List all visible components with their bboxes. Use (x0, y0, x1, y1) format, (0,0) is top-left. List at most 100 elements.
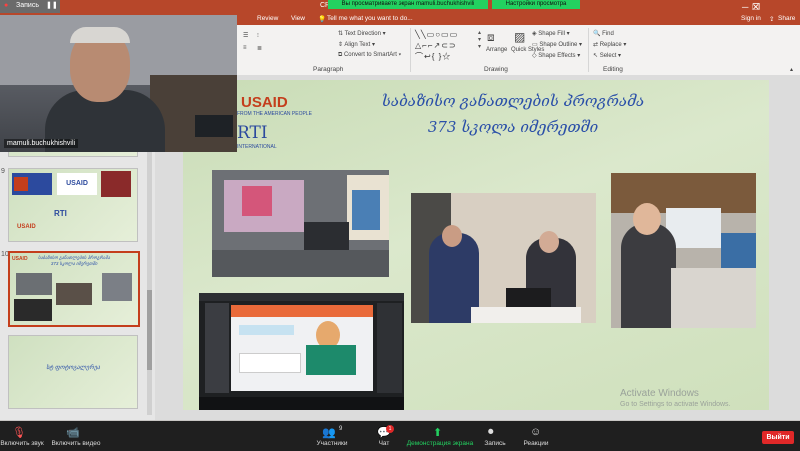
background-object (195, 115, 233, 137)
find-button[interactable]: 🔍 Find (593, 30, 614, 37)
group-divider (410, 28, 411, 72)
align-center-icon[interactable]: ≡ (243, 45, 247, 51)
share-icon: ⇪ (769, 16, 775, 23)
slide-thumbnail[interactable]: USAID RTI USAID (8, 168, 138, 242)
slide-sidebar (205, 303, 229, 393)
reactions-button[interactable]: Реакции (518, 440, 554, 447)
person (621, 223, 676, 328)
collapse-ribbon-icon[interactable]: ▴ (790, 66, 793, 73)
slide-title-line2: 373 სკოლა იმერეთში (427, 118, 599, 136)
current-slide[interactable]: USAID FROM THE AMERICAN PEOPLE RTI INTER… (183, 80, 769, 410)
chalkboard (306, 345, 356, 375)
participant-name-label: mamuli.buchukhishvili (4, 139, 79, 148)
arrange-icon[interactable]: ⧈ (487, 30, 495, 45)
close-icon[interactable]: ✕ (752, 2, 760, 13)
tab-review[interactable]: Review (257, 15, 278, 22)
usaid-logo-thumb (12, 173, 52, 195)
thumb-photo (56, 283, 92, 305)
shape-outline-button[interactable]: ▭ Shape Outline ▾ (532, 41, 582, 48)
shapes-more-icon[interactable]: ▴ ▾ ▾ (478, 29, 481, 50)
thumb-photo (16, 273, 52, 295)
chat-button[interactable]: Чат (370, 440, 398, 447)
chat-badge: 1 (386, 425, 394, 433)
thumb-title: სტ ფოტოგალერეა (46, 365, 100, 371)
face (633, 203, 661, 235)
usaid-logo-thumb: USAID (57, 173, 97, 195)
shape-fill-button[interactable]: ◈ Shape Fill ▾ (532, 30, 570, 37)
thumb-photo (102, 273, 132, 301)
share-button[interactable]: Share (778, 15, 795, 22)
webcam-video[interactable]: mamuli.buchukhishvili (0, 15, 237, 152)
participants-button[interactable]: Участники (312, 440, 352, 447)
justify-icon[interactable]: ≣ (257, 45, 262, 52)
replace-button[interactable]: ⇄ Replace ▾ (593, 41, 626, 48)
record-icon[interactable]: ⏺ (488, 426, 494, 439)
zoom-recording-indicator[interactable]: ● Запись ❚❚ (0, 0, 60, 13)
lesson-slide (231, 305, 373, 391)
participants-icon[interactable]: 👥 (322, 426, 336, 439)
convert-smartart-button[interactable]: ⧉ Convert to SmartArt ▾ (338, 52, 401, 59)
zoom-toolbar: 🎙 Включить звук 📹 Включить видео 👥 9 Уча… (0, 421, 800, 451)
slide-thumbnail[interactable]: სტ ფოტოგალერეა (8, 335, 138, 409)
pause-icon[interactable]: ❚❚ (46, 1, 58, 9)
editing-group-label: Editing (603, 66, 623, 73)
thumb-title: საბაზისო განათლების პროგრამა 373 სკოლა ი… (38, 255, 110, 266)
activate-windows-subtitle: Go to Settings to activate Windows. (620, 401, 731, 408)
rti-subtitle: INTERNATIONAL (237, 144, 277, 150)
usaid-tagline: FROM THE AMERICAN PEOPLE (237, 111, 312, 117)
tab-view[interactable]: View (291, 15, 305, 22)
slide-header (231, 305, 373, 317)
thumbnail-number: 9 (1, 168, 5, 175)
tell-me-search[interactable]: Tell me what you want to do... (327, 15, 413, 22)
microphone-muted-icon[interactable]: 🎙 (12, 426, 26, 439)
meeting-photo (411, 193, 596, 323)
paragraph-group-label: Paragraph (313, 66, 344, 73)
participant-count: 9 (339, 426, 343, 432)
share-screen-button[interactable]: Демонстрация экрана (405, 440, 475, 447)
shapes-gallery[interactable]: ╲╲▭○▭▭ △⌐⌐↗⊂⊃ ⌒↩{ }☆ (415, 29, 477, 63)
record-dot-icon: ● (4, 2, 9, 9)
teacher-photo (611, 173, 756, 328)
minimize-icon[interactable]: ─ (742, 2, 748, 12)
speech-bubble (239, 353, 301, 373)
shape-effects-button[interactable]: ◇ Shape Effects ▾ (532, 52, 580, 59)
rti-logo-thumb: RTI (54, 209, 67, 218)
second-monitor (721, 233, 756, 273)
numbering-icon[interactable]: ⁝ (257, 32, 259, 39)
bullets-icon[interactable]: ☰ (243, 32, 248, 39)
quick-styles-icon[interactable]: ▨ (514, 30, 525, 44)
desk (671, 268, 756, 328)
thumb-photo (14, 299, 52, 321)
video-off-icon[interactable]: 📹 (66, 426, 80, 439)
select-button[interactable]: ↖ Select ▾ (593, 52, 621, 59)
text-direction-button[interactable]: ⇅ Text Direction ▾ (338, 30, 386, 37)
slide-title-line1: საბაზისო განათლების პროგრამა (381, 92, 645, 110)
screen-share-banner: Вы просматриваете экран mamuli.buchukhis… (328, 0, 488, 9)
usaid-logo: USAID (241, 94, 288, 111)
align-text-button[interactable]: ⇕ Align Text ▾ (338, 41, 375, 48)
start-video-button[interactable]: Включить видео (50, 440, 102, 447)
group-divider (588, 28, 589, 72)
unmute-button[interactable]: Включить звук (0, 440, 44, 447)
reactions-icon[interactable]: ☺ (530, 426, 541, 438)
face (539, 231, 559, 253)
speech-bubble (239, 325, 294, 335)
record-button[interactable]: Запись (478, 440, 512, 447)
poster-figure (352, 190, 380, 230)
scrollbar-thumb[interactable] (147, 290, 152, 370)
georgia-emblem-icon (14, 177, 28, 191)
leave-meeting-button[interactable]: Выйти (762, 431, 794, 444)
usaid-logo-thumb: USAID (17, 224, 36, 230)
sign-in-link[interactable]: Sign in (741, 15, 761, 22)
bookshelf (611, 173, 756, 213)
share-screen-icon[interactable]: ⬆ (433, 426, 442, 439)
person-hair (70, 27, 130, 43)
slide-thumbnail-selected[interactable]: USAID საბაზისო განათლების პროგრამა 373 ს… (8, 251, 140, 327)
view-options-button[interactable]: Настройки просмотра (492, 0, 580, 9)
arrange-button[interactable]: Arrange (486, 47, 507, 53)
usaid-logo-thumb: USAID (12, 256, 28, 262)
video-strip (377, 303, 402, 393)
online-lesson-screenshot (199, 293, 404, 410)
taskbar (199, 397, 404, 410)
rti-logo: RTI (237, 123, 268, 143)
